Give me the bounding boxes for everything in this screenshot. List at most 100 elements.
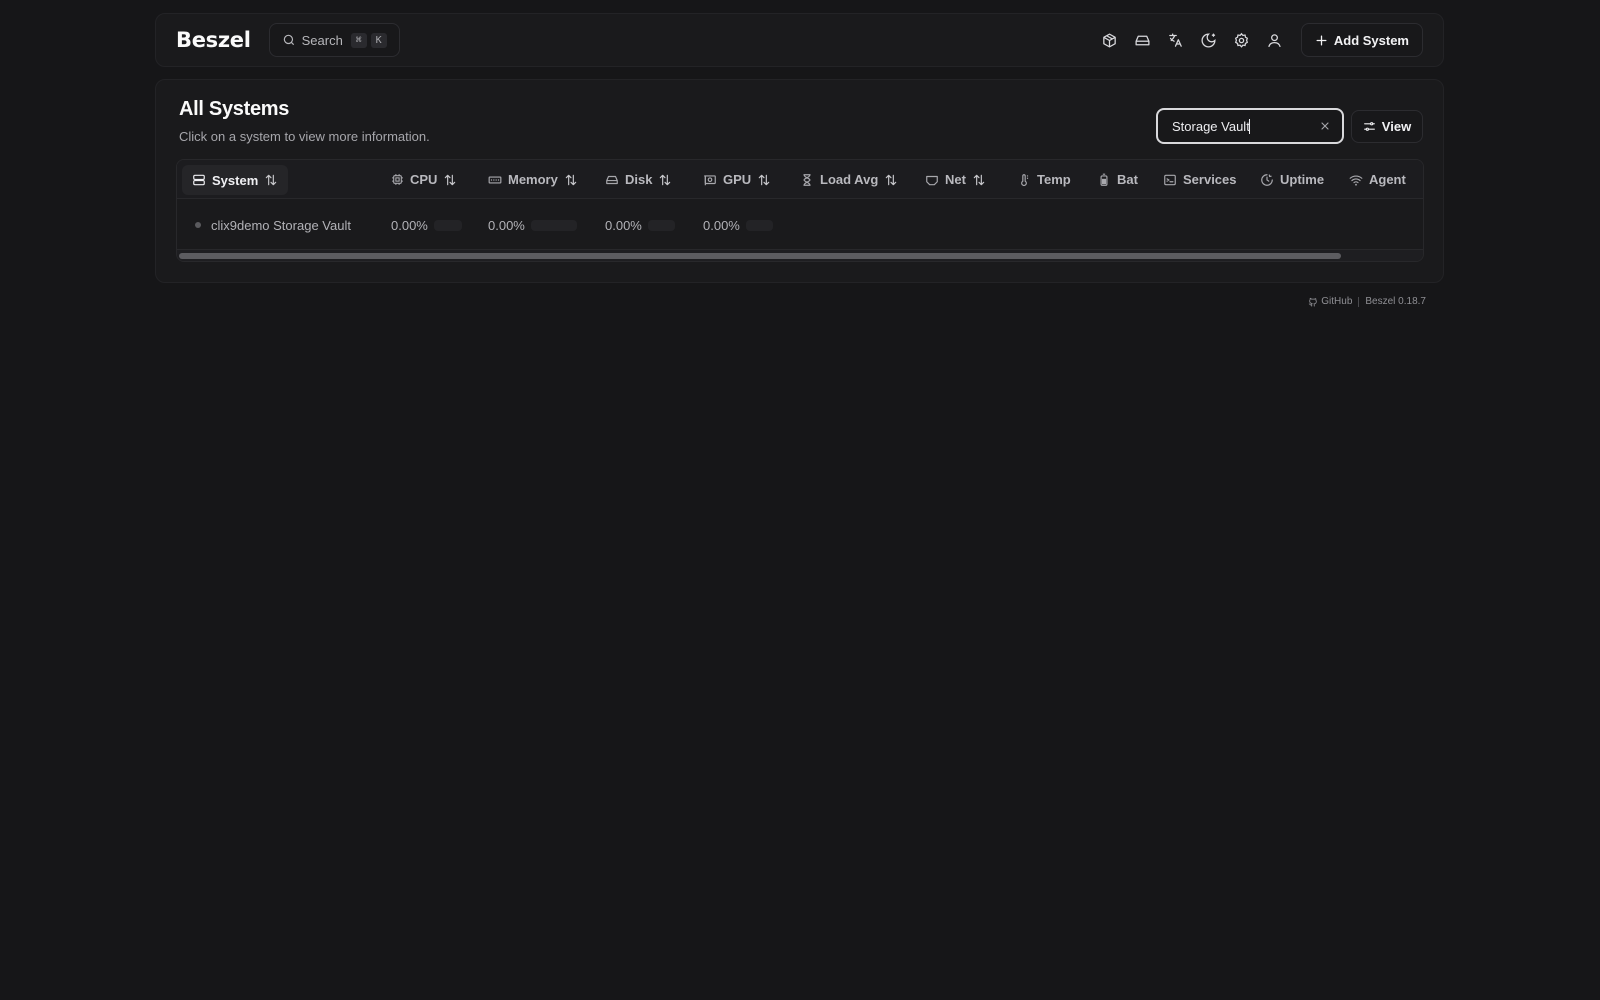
column-label: CPU	[410, 172, 438, 187]
footer: GitHub Beszel 0.18.7	[1308, 296, 1426, 307]
column-header-uptime: Uptime	[1260, 160, 1324, 199]
sort-icon	[264, 173, 278, 187]
github-icon	[1308, 297, 1318, 307]
cell-gpu: 0.00%	[703, 200, 773, 250]
view-options-button[interactable]: View	[1351, 110, 1423, 143]
column-header-cpu[interactable]: CPU	[391, 160, 457, 199]
sort-icon	[658, 173, 672, 187]
text-caret	[1248, 118, 1250, 134]
gpu-meter	[745, 219, 773, 231]
column-label: Temp	[1037, 172, 1071, 187]
settings-button[interactable]	[1225, 24, 1258, 57]
column-header-bat: Bat	[1097, 160, 1138, 199]
github-link[interactable]: GitHub	[1308, 296, 1352, 307]
table-row[interactable]: clix9demo Storage Vault 0.00% 0.00% 0.00…	[177, 200, 1423, 250]
column-header-services: Services	[1163, 160, 1237, 199]
box-icon	[1101, 32, 1118, 49]
add-system-label: Add System	[1333, 32, 1409, 48]
column-header-system[interactable]: System	[182, 165, 289, 195]
systems-table: System CPU Memory Disk GPU Load Avg Net …	[176, 159, 1424, 262]
cpu-icon	[391, 173, 404, 186]
cell-cpu: 0.00%	[391, 200, 462, 250]
column-label: Uptime	[1280, 172, 1325, 187]
search-shortcut: ⌘ K	[350, 32, 387, 48]
server-icon	[192, 173, 206, 187]
horizontal-scrollbar[interactable]	[177, 249, 1423, 261]
user-icon	[1266, 32, 1283, 49]
containers-button[interactable]	[1093, 24, 1126, 57]
cell-system[interactable]: clix9demo Storage Vault	[195, 200, 351, 250]
column-label: Memory	[508, 172, 558, 187]
sliders-icon	[1363, 120, 1376, 133]
wifi-icon	[1349, 173, 1363, 187]
table-header: System CPU Memory Disk GPU Load Avg Net …	[177, 160, 1423, 199]
user-menu-button[interactable]	[1258, 24, 1291, 57]
system-name: clix9demo Storage Vault	[211, 217, 351, 233]
column-header-net[interactable]: Net	[925, 160, 986, 199]
sort-icon	[884, 173, 898, 187]
memory-value: 0.00%	[488, 217, 525, 233]
hard-drive-icon	[605, 173, 619, 187]
column-header-temp: Temp	[1017, 160, 1071, 199]
column-header-gpu[interactable]: GPU	[703, 160, 771, 199]
column-label: Load Avg	[820, 172, 879, 187]
cpu-value: 0.00%	[391, 217, 428, 233]
github-label: GitHub	[1321, 296, 1353, 307]
disks-button[interactable]	[1126, 24, 1159, 57]
translate-icon	[1167, 32, 1184, 49]
language-button[interactable]	[1159, 24, 1192, 57]
sort-icon	[443, 173, 457, 187]
disk-value: 0.00%	[605, 217, 642, 233]
filter-input[interactable]: Storage Vault	[1172, 119, 1250, 134]
column-header-load-avg[interactable]: Load Avg	[800, 160, 898, 199]
column-label: GPU	[723, 172, 752, 187]
gpu-value: 0.00%	[703, 217, 740, 233]
beszel-logo[interactable]: Beszel	[176, 28, 251, 52]
sort-icon	[757, 173, 771, 187]
clear-filter-button[interactable]	[1316, 117, 1334, 135]
scrollbar-thumb[interactable]	[179, 253, 1341, 259]
gear-icon	[1233, 32, 1250, 49]
top-navbar: Beszel Search ⌘ K Add System	[155, 13, 1444, 67]
battery-icon	[1097, 173, 1111, 187]
page-subtitle: Click on a system to view more informati…	[179, 129, 430, 144]
column-label: Bat	[1117, 172, 1138, 187]
search-label: Search	[301, 32, 343, 48]
column-label: System	[212, 172, 259, 188]
memory-icon	[488, 173, 502, 187]
column-header-disk[interactable]: Disk	[605, 160, 672, 199]
search-icon	[282, 33, 296, 47]
theme-toggle-button[interactable]	[1192, 24, 1225, 57]
disk-meter	[647, 219, 675, 231]
filter-field[interactable]: Storage Vault	[1156, 108, 1344, 144]
cell-disk: 0.00%	[605, 200, 675, 250]
memory-meter	[530, 219, 577, 231]
shortcut-key-cmd: ⌘	[350, 32, 367, 48]
sort-icon	[564, 173, 578, 187]
version-link[interactable]: Beszel 0.18.7	[1365, 296, 1426, 307]
status-indicator	[195, 222, 201, 228]
cpu-meter	[433, 219, 462, 231]
thermometer-icon	[1017, 173, 1031, 187]
footer-divider	[1358, 296, 1360, 307]
ethernet-icon	[925, 173, 939, 187]
column-label: Agent	[1369, 172, 1406, 187]
sort-icon	[972, 173, 986, 187]
terminal-icon	[1163, 173, 1177, 187]
column-header-agent: Agent	[1349, 160, 1406, 199]
column-label: Services	[1183, 172, 1237, 187]
nav-actions: Add System	[1093, 23, 1423, 57]
view-label: View	[1381, 119, 1412, 134]
search-button[interactable]: Search ⌘ K	[268, 23, 400, 57]
close-icon	[1319, 120, 1331, 132]
add-system-button[interactable]: Add System	[1300, 23, 1423, 57]
systems-card: All Systems Click on a system to view mo…	[155, 79, 1444, 283]
column-label: Disk	[625, 172, 653, 187]
shortcut-key-k: K	[370, 32, 387, 48]
column-header-memory[interactable]: Memory	[488, 160, 578, 199]
plus-icon	[1315, 34, 1328, 47]
hourglass-icon	[800, 173, 814, 187]
moon-icon	[1200, 32, 1217, 49]
page-title: All Systems	[179, 98, 290, 120]
hard-drive-icon	[1134, 32, 1151, 49]
